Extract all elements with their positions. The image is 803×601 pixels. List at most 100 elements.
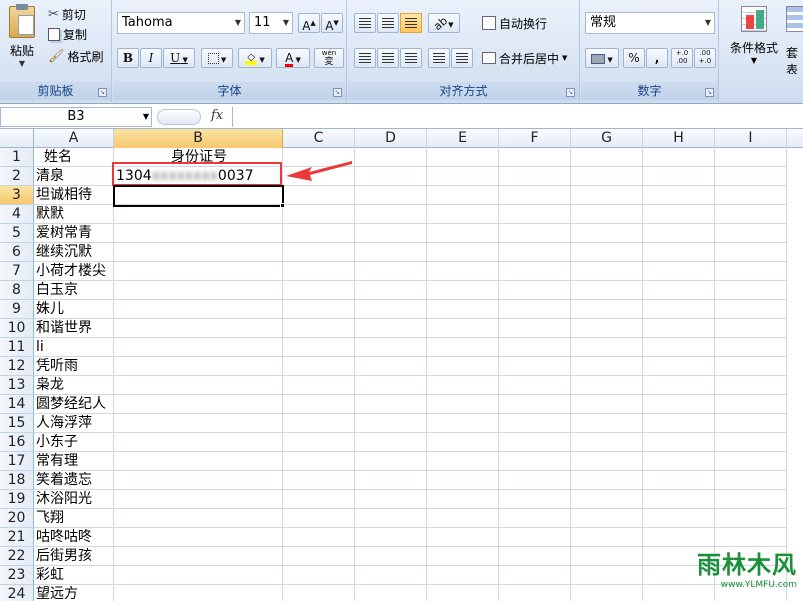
cell-f22[interactable] (499, 547, 571, 566)
cell-c7[interactable] (283, 262, 355, 281)
cell-g15[interactable] (571, 414, 643, 433)
cell-f23[interactable] (499, 566, 571, 585)
grow-font-button[interactable]: A▲ (298, 13, 320, 33)
cell-i23[interactable] (715, 566, 787, 585)
cell-g10[interactable] (571, 319, 643, 338)
cell-b16[interactable] (114, 433, 283, 452)
cell-i1[interactable] (715, 148, 787, 167)
formula-input[interactable] (232, 107, 803, 127)
row-header[interactable]: 7 (0, 262, 34, 281)
column-header-f[interactable]: F (499, 129, 571, 148)
cell-g7[interactable] (571, 262, 643, 281)
copy-button[interactable]: 复制 (48, 24, 87, 44)
cell-h4[interactable] (643, 205, 715, 224)
row-header[interactable]: 4 (0, 205, 34, 224)
cell-i17[interactable] (715, 452, 787, 471)
increase-decimal-button[interactable]: +.0.00 (671, 48, 693, 68)
cell-i21[interactable] (715, 528, 787, 547)
column-header-b[interactable]: B (114, 129, 283, 148)
cell-d2[interactable] (355, 167, 427, 186)
cell-d4[interactable] (355, 205, 427, 224)
cell-e22[interactable] (427, 547, 499, 566)
cell-f18[interactable] (499, 471, 571, 490)
cell-a9[interactable]: 姝儿 (34, 300, 114, 319)
cell-d10[interactable] (355, 319, 427, 338)
cell-i14[interactable] (715, 395, 787, 414)
cell-a8[interactable]: 白玉京 (34, 281, 114, 300)
cell-b9[interactable] (114, 300, 283, 319)
cell-f10[interactable] (499, 319, 571, 338)
wrap-text-button[interactable]: 自动换行 (482, 13, 547, 33)
cell-a11[interactable]: li (34, 338, 114, 357)
cell-b4[interactable] (114, 205, 283, 224)
cell-i8[interactable] (715, 281, 787, 300)
italic-button[interactable]: I (140, 48, 162, 68)
decrease-indent-button[interactable] (428, 48, 450, 68)
cell-h19[interactable] (643, 490, 715, 509)
cell-i6[interactable] (715, 243, 787, 262)
phonetic-button[interactable]: wén 変 (314, 48, 344, 68)
cell-b17[interactable] (114, 452, 283, 471)
cell-c24[interactable] (283, 585, 355, 601)
cell-e24[interactable] (427, 585, 499, 601)
cell-b3[interactable] (114, 186, 283, 205)
cell-g21[interactable] (571, 528, 643, 547)
cell-f11[interactable] (499, 338, 571, 357)
cell-i18[interactable] (715, 471, 787, 490)
conditional-format-button[interactable]: 条件格式 ▼ (726, 4, 782, 74)
underline-button[interactable]: U ▼ (163, 48, 195, 68)
cell-f17[interactable] (499, 452, 571, 471)
cell-f19[interactable] (499, 490, 571, 509)
cell-i22[interactable] (715, 547, 787, 566)
cell-h21[interactable] (643, 528, 715, 547)
cell-f24[interactable] (499, 585, 571, 601)
alignment-dialog-launcher-icon[interactable]: ↘ (566, 88, 575, 97)
cell-g17[interactable] (571, 452, 643, 471)
cell-d18[interactable] (355, 471, 427, 490)
row-header[interactable]: 1 (0, 148, 34, 167)
cell-d23[interactable] (355, 566, 427, 585)
cell-g5[interactable] (571, 224, 643, 243)
cell-e2[interactable] (427, 167, 499, 186)
cell-a23[interactable]: 彩虹 (34, 566, 114, 585)
cell-b8[interactable] (114, 281, 283, 300)
cell-d1[interactable] (355, 148, 427, 167)
row-header[interactable]: 19 (0, 490, 34, 509)
cell-f15[interactable] (499, 414, 571, 433)
row-header[interactable]: 13 (0, 376, 34, 395)
cell-b7[interactable] (114, 262, 283, 281)
cell-d14[interactable] (355, 395, 427, 414)
cell-f16[interactable] (499, 433, 571, 452)
cell-d8[interactable] (355, 281, 427, 300)
cell-a1[interactable]: 姓名 (34, 148, 114, 167)
cell-i3[interactable] (715, 186, 787, 205)
column-header-h[interactable]: H (643, 129, 715, 148)
cell-f8[interactable] (499, 281, 571, 300)
cell-e18[interactable] (427, 471, 499, 490)
font-name-combobox[interactable]: Tahoma ▼ (117, 12, 245, 34)
fill-handle[interactable] (280, 203, 285, 208)
cell-h8[interactable] (643, 281, 715, 300)
cell-h5[interactable] (643, 224, 715, 243)
row-header[interactable]: 2 (0, 167, 34, 186)
cell-c15[interactable] (283, 414, 355, 433)
cell-c16[interactable] (283, 433, 355, 452)
row-header[interactable]: 3 (0, 186, 34, 205)
cell-e7[interactable] (427, 262, 499, 281)
cell-g24[interactable] (571, 585, 643, 601)
cell-e12[interactable] (427, 357, 499, 376)
cell-b10[interactable] (114, 319, 283, 338)
cell-a13[interactable]: 枭龙 (34, 376, 114, 395)
column-header-e[interactable]: E (427, 129, 499, 148)
cell-a14[interactable]: 圆梦经纪人 (34, 395, 114, 414)
row-header[interactable]: 15 (0, 414, 34, 433)
cell-e1[interactable] (427, 148, 499, 167)
cut-button[interactable]: ✂ 剪切 (48, 4, 86, 24)
cell-i9[interactable] (715, 300, 787, 319)
row-header[interactable]: 6 (0, 243, 34, 262)
align-left-button[interactable] (354, 48, 376, 68)
cell-d7[interactable] (355, 262, 427, 281)
cell-b5[interactable] (114, 224, 283, 243)
shrink-font-button[interactable]: A▼ (321, 13, 343, 33)
cell-i5[interactable] (715, 224, 787, 243)
